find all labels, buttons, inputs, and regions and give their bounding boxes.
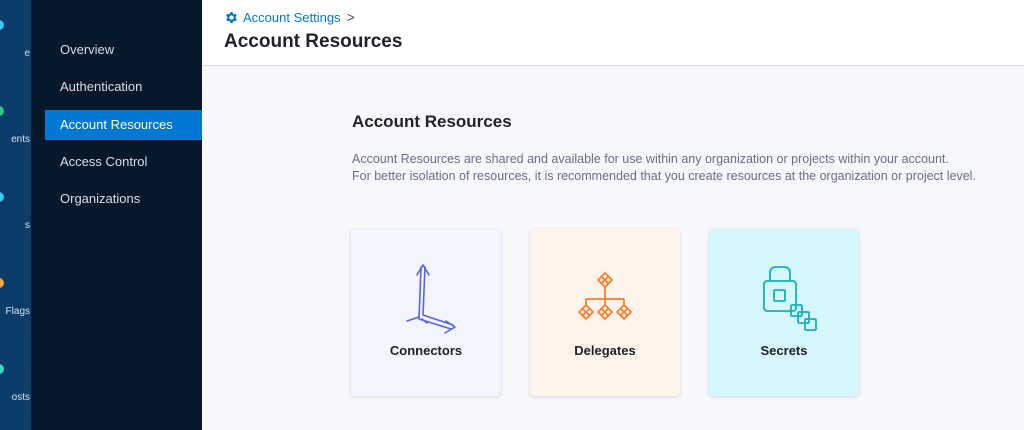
rail-item-label: ents xyxy=(11,134,30,145)
module-icon xyxy=(0,192,4,202)
module-icon xyxy=(0,106,4,116)
page-title: Account Resources xyxy=(224,31,403,52)
breadcrumb: Account Settings > xyxy=(224,9,355,25)
module-icon xyxy=(0,20,4,30)
rail-item-1[interactable]: e xyxy=(0,14,31,94)
secrets-icon xyxy=(709,259,859,339)
rail-item-label: e xyxy=(24,48,30,59)
rail-item-label: s xyxy=(25,220,30,231)
connectors-card[interactable]: Connectors xyxy=(351,229,501,396)
module-icon xyxy=(0,364,4,374)
sidebar-item-overview[interactable]: Overview xyxy=(45,35,202,65)
secrets-label: Secrets xyxy=(760,343,808,358)
module-rail: e ents s Flags osts xyxy=(0,0,31,430)
gear-icon xyxy=(226,11,237,23)
rail-item-label: osts xyxy=(11,392,30,403)
page-header: Account Settings > Account Resources xyxy=(202,0,1024,66)
sidebar-item-account-resources[interactable]: Account Resources xyxy=(45,110,202,140)
delegates-label: Delegates xyxy=(574,343,636,358)
connectors-icon xyxy=(351,259,501,339)
settings-sidebar: Overview Authentication Account Resource… xyxy=(31,0,202,430)
breadcrumb-separator: > xyxy=(346,9,355,25)
secrets-card[interactable]: Secrets xyxy=(709,229,859,396)
rail-item-2[interactable]: ents xyxy=(0,100,31,180)
sidebar-item-authentication[interactable]: Authentication xyxy=(45,72,202,102)
rail-item-label: Flags xyxy=(5,306,30,317)
delegates-card[interactable]: Delegates xyxy=(530,229,680,396)
sidebar-item-access-control[interactable]: Access Control xyxy=(45,147,202,177)
section-title: Account Resources xyxy=(352,112,512,131)
module-icon xyxy=(0,278,4,288)
delegates-icon xyxy=(530,259,680,339)
sidebar-item-organizations[interactable]: Organizations xyxy=(45,184,202,214)
section-description: Account Resources are shared and availab… xyxy=(352,151,1024,185)
rail-item-4[interactable]: Flags xyxy=(0,272,31,352)
description-line-1: Account Resources are shared and availab… xyxy=(352,152,949,166)
rail-item-5[interactable]: osts xyxy=(0,358,31,430)
rail-item-3[interactable]: s xyxy=(0,186,31,266)
connectors-label: Connectors xyxy=(389,343,463,358)
description-line-2: For better isolation of resources, it is… xyxy=(352,169,976,183)
breadcrumb-account-settings[interactable]: Account Settings xyxy=(243,10,341,25)
